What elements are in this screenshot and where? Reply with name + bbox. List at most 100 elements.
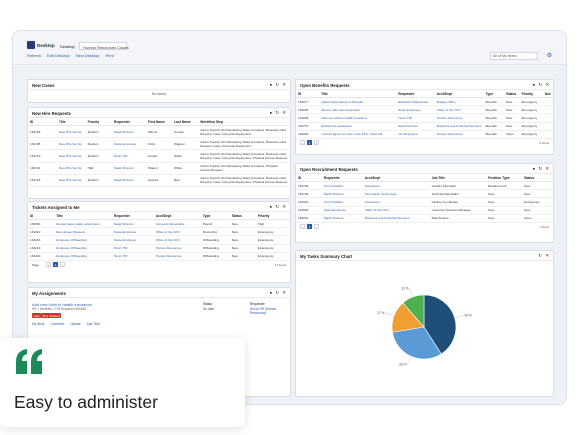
table-cell[interactable]: Recruitment Request — [54, 227, 112, 237]
table-row[interactable]: 161848 Add new child to health insurance H… — [296, 113, 553, 123]
column-header[interactable]: Status — [504, 90, 520, 98]
update-button[interactable]: Update — [70, 322, 80, 326]
tab-hr-cases[interactable]: Human Resources Cases — [79, 42, 129, 50]
refresh-button[interactable]: Refresh — [27, 53, 41, 61]
table-cell[interactable]: Sarah Director — [321, 214, 363, 223]
column-header[interactable]: Requester — [396, 90, 435, 98]
table-cell[interactable]: Henry HR — [111, 244, 154, 253]
column-header[interactable]: Title — [54, 212, 112, 220]
page-1-button[interactable]: 1 — [53, 262, 58, 268]
table-cell[interactable]: Office of the CFO — [362, 206, 430, 215]
comment-button[interactable]: Comment — [51, 322, 65, 326]
column-header[interactable]: ID — [296, 174, 322, 182]
column-header[interactable]: Priority — [255, 212, 290, 220]
prev-page-button[interactable]: ‹ — [300, 140, 305, 146]
table-row[interactable]: 162830 I cannot figure out how much PTO I… — [296, 130, 553, 139]
table-row[interactable]: 164706 New Hire Set Up Medium Sarah Directo… — [28, 125, 290, 139]
prev-page-button[interactable]: ‹ — [46, 262, 51, 268]
gear-icon[interactable]: ⚙ — [547, 52, 552, 59]
table-cell[interactable]: Budget Office — [434, 97, 484, 107]
next-page-button[interactable]: › — [60, 262, 65, 268]
table-row[interactable]: 164708 New Hire Set Up Medium Susie Employe… — [28, 137, 290, 151]
table-cell[interactable]: Business and Financial Services — [434, 122, 484, 131]
column-header[interactable]: Title — [56, 118, 86, 126]
table-row[interactable]: 164721 New Hire Set Up High Sarah Director S… — [28, 162, 290, 175]
panel-controls-icon[interactable]: ● ↻ ✕ — [533, 166, 550, 172]
column-header[interactable]: Priority — [85, 118, 112, 126]
table-cell[interactable]: Henry HR — [396, 113, 435, 123]
table-row[interactable]: 164719 New Hire Set Up Medium Henry HR Jorda… — [28, 149, 290, 163]
column-header[interactable]: Last Name — [172, 118, 199, 126]
table-cell[interactable]: Sarah Director — [111, 125, 146, 139]
table-cell[interactable]: Human Resources — [153, 244, 201, 253]
table-cell[interactable]: New Hire Set Up — [56, 174, 86, 187]
table-row[interactable]: 164726 Sarah Director Information Technolo… — [296, 189, 553, 199]
next-page-button[interactable]: › — [314, 224, 319, 230]
table-cell[interactable]: Information Technology — [362, 189, 430, 199]
table-cell[interactable]: Employee Offboarding — [54, 235, 112, 245]
column-header[interactable]: ID — [296, 90, 320, 98]
prev-page-button[interactable]: ‹ — [300, 224, 305, 230]
tab-desktop[interactable]: Desktop — [57, 42, 78, 50]
my-work-button[interactable]: My Work — [32, 322, 45, 326]
column-header[interactable]: Priority — [519, 90, 543, 98]
column-header[interactable]: Position Type — [486, 174, 523, 182]
column-header[interactable]: Type — [200, 212, 230, 220]
table-cell[interactable]: Employee Offboarding — [54, 244, 112, 253]
table-row[interactable]: 163220 Employee Offboarding Henry HR Human … — [28, 252, 290, 261]
column-header[interactable]: Workflow Step — [198, 118, 290, 126]
items-filter-select[interactable]: All of My Items — [490, 52, 538, 60]
column-header[interactable]: Due — [542, 90, 553, 98]
print-button[interactable]: Print — [106, 53, 114, 61]
column-header[interactable]: Title — [319, 90, 397, 98]
table-cell[interactable]: Business and Financial Services — [362, 214, 430, 223]
column-header[interactable]: Acct/Dept — [153, 212, 201, 220]
table-cell[interactable]: Office of the CFO — [153, 235, 201, 245]
table-cell[interactable]: Need to add new dependent — [319, 105, 397, 115]
column-header[interactable]: ID — [28, 212, 55, 220]
panel-controls-icon[interactable]: ● ↻ ✕ — [270, 204, 287, 210]
table-cell[interactable]: New Hire Set Up — [56, 162, 86, 175]
panel-controls-icon[interactable]: ● ↻ ✕ — [270, 82, 287, 88]
page-1-button[interactable]: 1 — [307, 224, 312, 230]
table-cell[interactable]: New Hire Set Up — [56, 149, 86, 163]
table-cell[interactable]: Human Resources — [434, 130, 484, 139]
column-header[interactable]: Status — [229, 212, 256, 220]
table-row[interactable]: 163231 Sarah Director Business and Financi… — [296, 214, 553, 223]
table-cell[interactable]: Susie Employee — [111, 235, 154, 245]
page-1-button[interactable]: 1 — [307, 140, 312, 146]
table-cell[interactable]: Retirement assistance — [319, 122, 397, 131]
column-header[interactable]: ID — [28, 118, 57, 126]
edit-desktop-button[interactable]: Edit Desktop — [47, 53, 70, 61]
table-cell[interactable]: New Hire Set Up — [56, 137, 86, 151]
add-time-button[interactable]: Add Time — [87, 322, 100, 326]
table-cell[interactable]: Sarah Director — [111, 162, 146, 175]
table-row[interactable]: 164723 New Hire Set Up Medium Sarah Directo… — [28, 174, 290, 187]
table-cell[interactable]: Jerry Facilities — [321, 181, 363, 191]
table-row[interactable]: 161910 Jerry Facilities Operations Facility… — [296, 197, 553, 207]
column-header[interactable]: Acct/Dept — [434, 90, 484, 98]
column-header[interactable]: Acct/Dept — [362, 174, 430, 182]
table-cell[interactable]: Human Resources — [153, 252, 201, 261]
table-cell[interactable]: Employee Offboarding — [54, 252, 112, 261]
table-cell[interactable]: Jerry Facilities — [321, 197, 363, 207]
table-row[interactable]: 162770 Retirement assistance Sarah Directo… — [296, 122, 553, 131]
table-cell[interactable]: Susie Employee — [111, 137, 146, 151]
next-page-button[interactable]: › — [314, 140, 319, 146]
table-row[interactable]: 163090 Review leave salary adjustment Sara… — [28, 219, 290, 229]
panel-controls-icon[interactable]: ● ↻ ✕ — [533, 82, 550, 88]
table-cell[interactable]: Henry HR — [111, 252, 154, 261]
column-header[interactable]: Requester — [111, 212, 154, 220]
table-cell[interactable]: Adjust Dependents on Benefits — [319, 97, 397, 107]
column-header[interactable]: Type — [483, 90, 505, 98]
table-cell[interactable]: Office of the CFO — [434, 105, 484, 115]
table-cell[interactable]: Add new child to health insurance — [319, 113, 397, 123]
new-desktop-button[interactable]: New Desktop — [76, 53, 100, 61]
table-cell[interactable]: New Hire Set Up — [56, 125, 86, 139]
table-cell[interactable]: Office of the CFO — [153, 227, 201, 237]
table-cell[interactable]: Susie Employee — [321, 206, 363, 215]
table-cell[interactable]: Review leave salary adjustment — [54, 219, 112, 229]
table-cell[interactable]: Susie Employee — [396, 105, 435, 115]
table-cell[interactable]: Sarah Director — [111, 174, 146, 187]
table-cell[interactable]: Sarah Director — [321, 189, 363, 199]
